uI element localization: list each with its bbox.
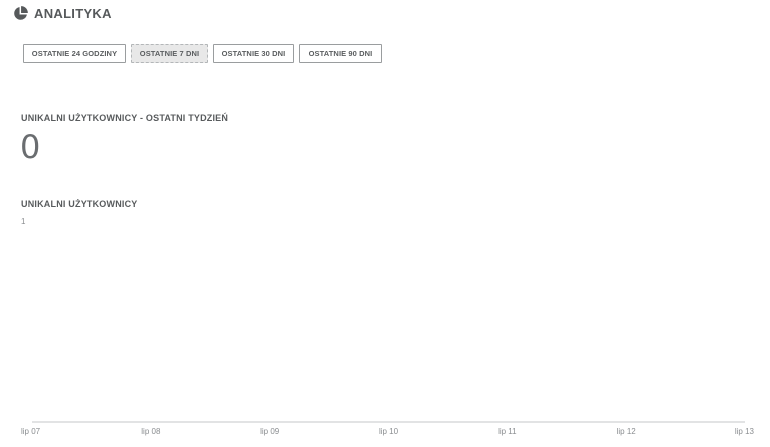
tab-last-90-days[interactable]: OSTATNIE 90 DNI bbox=[299, 44, 382, 63]
page-header: ANALITYKA bbox=[13, 6, 112, 21]
weekly-users-title: UNIKALNI UŻYTKOWNICY - OSTATNI TYDZIEŃ bbox=[21, 113, 229, 123]
tab-last-7-days[interactable]: OSTATNIE 7 DNI bbox=[131, 44, 208, 63]
weekly-users-value: 0 bbox=[20, 128, 41, 166]
x-tick-label: lip 07 bbox=[21, 427, 41, 436]
y-tick-label: 1 bbox=[21, 217, 26, 226]
x-tick-label: lip 08 bbox=[141, 427, 161, 436]
x-tick-label: lip 11 bbox=[498, 427, 517, 436]
page-title: ANALITYKA bbox=[34, 6, 112, 21]
pie-chart-icon bbox=[14, 6, 28, 20]
chart-svg: 1 lip 07 lip 08 lip 09 lip 10 lip 11 lip 12 lip… bbox=[21, 217, 755, 436]
x-tick-label: lip 10 bbox=[379, 427, 399, 436]
x-tick-label: lip 13 bbox=[735, 427, 755, 436]
tab-last-30-days[interactable]: OSTATNIE 30 DNI bbox=[213, 44, 294, 63]
chart-title: UNIKALNI UŻYTKOWNICY bbox=[21, 199, 138, 209]
tab-last-24-hours[interactable]: OSTATNIE 24 GODZINY bbox=[23, 44, 126, 63]
x-tick-label: lip 12 bbox=[617, 427, 637, 436]
unique-users-chart: 1 lip 07 lip 08 lip 09 lip 10 lip 11 lip 12 lip… bbox=[0, 210, 770, 447]
time-range-tabs: OSTATNIE 24 GODZINY OSTATNIE 7 DNI OSTAT… bbox=[23, 44, 382, 63]
x-tick-label: lip 09 bbox=[260, 427, 280, 436]
